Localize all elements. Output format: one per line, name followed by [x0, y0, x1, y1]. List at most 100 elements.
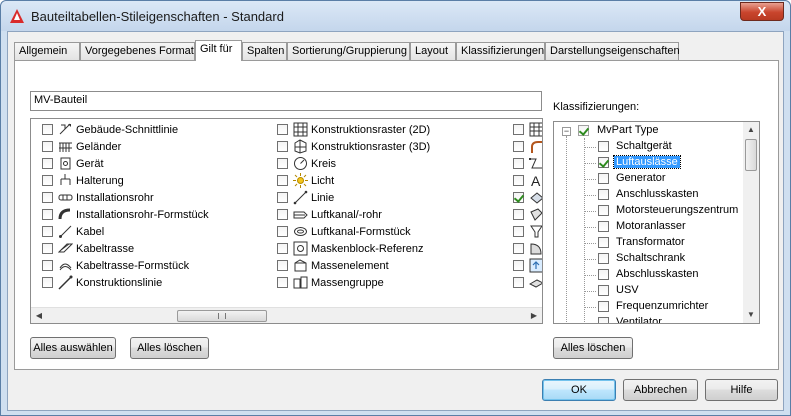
conduit-fitting-icon: [58, 207, 73, 222]
object-type-checkbox[interactable]: [42, 209, 53, 220]
funnel-icon: [529, 224, 542, 239]
object-type-checkbox[interactable]: [277, 175, 288, 186]
object-type-label: Gebäude-Schnittlinie: [76, 124, 179, 136]
tree-root-checkbox[interactable]: [578, 125, 589, 136]
object-type-checkbox[interactable]: [42, 243, 53, 254]
object-type-checkbox[interactable]: [513, 226, 524, 237]
classification-checkbox[interactable]: [598, 221, 609, 232]
classification-checkbox[interactable]: [598, 237, 609, 248]
cable-tray-icon: [57, 241, 74, 256]
collapse-icon[interactable]: −: [562, 127, 571, 136]
object-type-checkbox[interactable]: [513, 209, 524, 220]
classification-label: Ventilator: [616, 316, 662, 324]
tab-gilt-fuer[interactable]: Gilt für: [195, 40, 242, 61]
object-type-label: Kreis: [311, 158, 337, 170]
scroll-right-arrow-icon[interactable]: ▶: [526, 308, 542, 323]
classification-checkbox[interactable]: [598, 189, 609, 200]
object-type-checkbox[interactable]: [42, 141, 53, 152]
device-icon: [58, 156, 73, 171]
object-type-checkbox[interactable]: [277, 277, 288, 288]
object-type-checkbox[interactable]: [42, 260, 53, 271]
object-type-checkbox[interactable]: [277, 192, 288, 203]
title-bar[interactable]: Bauteiltabellen-Stileigenschaften - Stan…: [1, 1, 790, 31]
mask-block-icon: [293, 241, 308, 256]
tab-klassifizierungen[interactable]: Klassifizierungen: [456, 42, 545, 60]
tab-spalten[interactable]: Spalten: [242, 42, 287, 60]
classification-checkbox[interactable]: [598, 141, 609, 152]
clear-classifications-button[interactable]: Alles löschen: [553, 337, 633, 359]
mass-group-icon: [293, 275, 308, 290]
object-type-checkbox[interactable]: [42, 158, 53, 169]
horizontal-scrollbar[interactable]: ◀ ▶: [31, 307, 542, 323]
help-button[interactable]: Hilfe: [705, 379, 778, 401]
object-type-checkbox[interactable]: [513, 158, 524, 169]
applies-to-name-field[interactable]: MV-Bauteil: [30, 91, 542, 111]
ok-button[interactable]: OK: [542, 379, 616, 401]
tab-allgemein[interactable]: Allgemein: [14, 42, 80, 60]
object-type-checkbox[interactable]: [277, 209, 288, 220]
pipe-bend-icon: [529, 139, 542, 154]
grid-3d-icon: [293, 139, 308, 154]
object-type-checkbox[interactable]: [277, 124, 288, 135]
object-type-list[interactable]: Gebäude-Schnittlinie Geländer Gerät Halteru…: [30, 118, 543, 324]
mass-element-icon: [293, 258, 308, 273]
object-type-checkbox[interactable]: [277, 158, 288, 169]
tab-vorgegebenes-format[interactable]: Vorgegebenes Format: [80, 42, 195, 60]
classification-label: Generator: [616, 172, 666, 184]
object-type-checkbox[interactable]: [513, 124, 524, 135]
classification-checkbox[interactable]: [598, 269, 609, 280]
classification-checkbox[interactable]: [598, 317, 609, 323]
classification-checkbox[interactable]: [598, 205, 609, 216]
clear-all-button[interactable]: Alles löschen: [130, 337, 209, 359]
object-type-label: Licht: [311, 175, 335, 187]
autocad-logo-icon: [9, 8, 25, 24]
cancel-button[interactable]: Abbrechen: [623, 379, 698, 401]
object-type-checkbox[interactable]: [277, 226, 288, 237]
object-type-checkbox[interactable]: [277, 141, 288, 152]
object-type-label: Halterung: [76, 175, 124, 187]
object-type-checkbox[interactable]: [513, 141, 524, 152]
scroll-down-arrow-icon[interactable]: ▼: [743, 307, 759, 323]
object-type-checkbox[interactable]: [42, 175, 53, 186]
duct-fitting-icon: [293, 224, 308, 239]
scroll-up-arrow-icon[interactable]: ▲: [743, 122, 759, 138]
classification-checkbox[interactable]: [598, 173, 609, 184]
object-type-label: Linie: [311, 192, 335, 204]
tab-layout[interactable]: Layout: [410, 42, 456, 60]
scroll-left-arrow-icon[interactable]: ◀: [31, 308, 47, 323]
area-icon: [529, 241, 542, 256]
dialog-client-area: Allgemein Vorgegebenes Format Gilt für S…: [7, 31, 784, 411]
object-type-checkbox[interactable]: [513, 260, 524, 271]
classification-checkbox[interactable]: [598, 301, 609, 312]
object-type-checkbox[interactable]: [513, 277, 524, 288]
mvpart-icon: [529, 190, 542, 205]
duct-icon: [293, 207, 308, 222]
object-type-label: Massenelement: [311, 260, 389, 272]
scrollbar-thumb[interactable]: [745, 139, 757, 171]
classification-checkbox[interactable]: [598, 157, 609, 168]
object-type-checkbox[interactable]: [513, 243, 524, 254]
tab-sortierung-gruppierung[interactable]: Sortierung/Gruppierung: [287, 42, 410, 60]
close-button[interactable]: X: [740, 2, 784, 21]
object-type-checkbox[interactable]: [277, 243, 288, 254]
object-type-checkbox[interactable]: [42, 124, 53, 135]
object-type-checkbox[interactable]: [42, 192, 53, 203]
object-type-checkbox[interactable]: [513, 175, 524, 186]
classification-tree[interactable]: − MvPart Type Schaltgerät Luftauslässe Gen…: [553, 121, 760, 324]
classification-checkbox[interactable]: [598, 253, 609, 264]
object-type-checkbox[interactable]: [42, 226, 53, 237]
select-all-button[interactable]: Alles auswählen: [30, 337, 116, 359]
classification-checkbox[interactable]: [598, 285, 609, 296]
object-type-checkbox[interactable]: [277, 260, 288, 271]
classification-label: Motoranlasser: [616, 220, 686, 232]
scrollbar-thumb[interactable]: [177, 310, 267, 322]
classification-label: Motorsteuerungszentrum: [616, 204, 739, 216]
tab-darstellungseigenschaften[interactable]: Darstellungseigenschaften: [545, 42, 680, 60]
object-type-checkbox[interactable]: [513, 192, 524, 203]
object-type-checkbox[interactable]: [42, 277, 53, 288]
construction-line-icon: [58, 275, 73, 290]
object-type-label: Installationsrohr: [76, 192, 154, 204]
svg-text:A: A: [531, 173, 541, 188]
vertical-scrollbar[interactable]: ▲ ▼: [743, 122, 759, 323]
wire-icon: [58, 224, 73, 239]
